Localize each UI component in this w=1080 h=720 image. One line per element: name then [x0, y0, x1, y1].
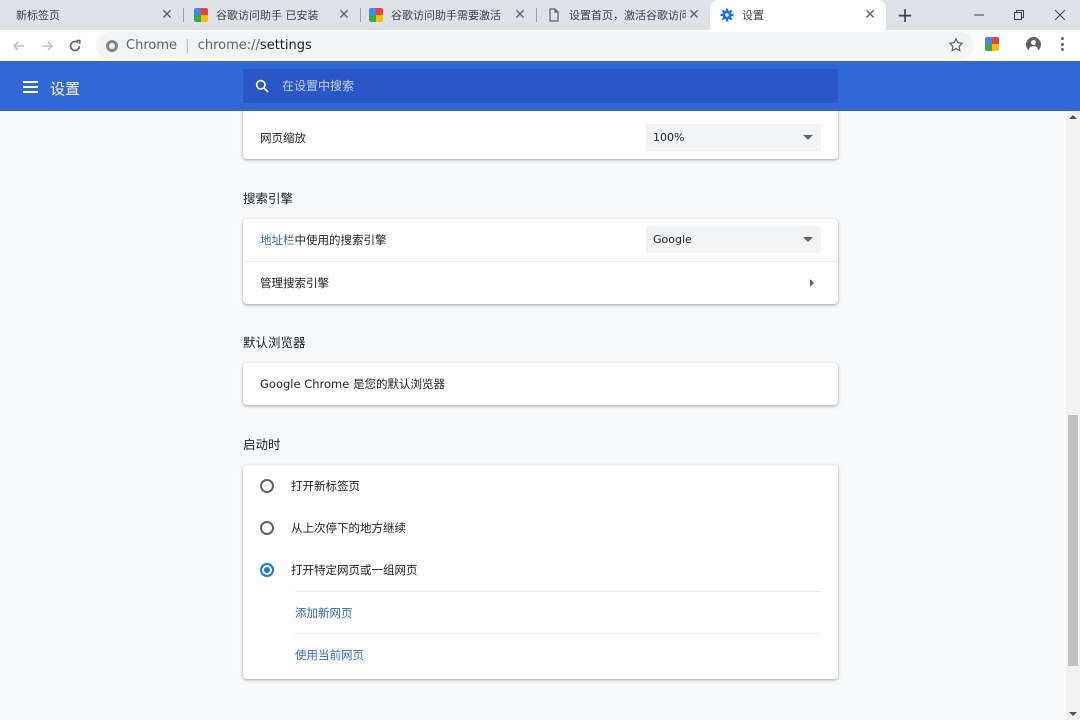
tab-title: 设置 — [742, 9, 764, 22]
radio-label: 打开特定网页或一组网页 — [291, 563, 418, 577]
search-engine-row: 地址栏中使用的搜索引擎 Google — [243, 219, 838, 261]
address-bar[interactable]: Chrome | chrome://settings — [96, 32, 974, 59]
radio-button-selected[interactable] — [260, 563, 274, 577]
default-browser-title: 默认浏览器 — [243, 335, 306, 350]
close-icon — [1054, 9, 1066, 21]
extension-multicolor-icon — [194, 8, 208, 22]
search-engine-value: Google — [653, 233, 692, 246]
tab-title: 谷歌访问助手需要激活 — [391, 9, 501, 22]
forward-button[interactable] — [37, 36, 57, 56]
close-icon[interactable]: ✕ — [512, 7, 528, 23]
chevron-right-icon — [810, 279, 814, 287]
default-browser-text: Google Chrome 是您的默认浏览器 — [260, 377, 445, 391]
tab-strip: 新标签页 ✕ 谷歌访问助手 已安装 ✕ 谷歌访问助手需要激活 ✕ 设置首页，激活… — [0, 0, 1080, 30]
url-prefix: chrome:// — [197, 38, 260, 53]
use-current-pages-link[interactable]: 使用当前网页 — [295, 647, 364, 663]
settings-content: 网页缩放 100% 搜索引擎 地址栏中使用的搜索引擎 Google 管理搜索引擎… — [0, 111, 1066, 720]
chevron-down-icon — [803, 135, 813, 140]
search-engine-label: 地址栏中使用的搜索引擎 — [260, 232, 387, 248]
appearance-card: 网页缩放 100% — [243, 111, 838, 159]
star-icon[interactable] — [948, 37, 964, 53]
tab-settings[interactable]: 设置 ✕ — [710, 0, 886, 30]
reload-icon — [69, 39, 81, 52]
new-tab-button[interactable]: + — [894, 3, 916, 27]
tab-extension-installed[interactable]: 谷歌访问助手 已安装 ✕ — [184, 0, 360, 30]
radio-button[interactable] — [260, 479, 274, 493]
restore-icon — [1014, 10, 1024, 20]
address-separator: | — [185, 37, 190, 54]
browser-toolbar: Chrome | chrome://settings — [0, 30, 1080, 61]
extension-multicolor-icon — [369, 8, 383, 22]
scroll-down-arrow-icon[interactable] — [1069, 712, 1077, 716]
url-path: settings — [259, 38, 312, 53]
add-new-page-link[interactable]: 添加新网页 — [295, 605, 353, 621]
address-bar-link[interactable]: 地址栏 — [260, 233, 295, 247]
startup-title: 启动时 — [243, 437, 281, 452]
menu-icon[interactable] — [1054, 36, 1070, 52]
tab-settings-home[interactable]: 设置首页，激活谷歌访问 ✕ — [537, 0, 710, 30]
close-icon[interactable]: ✕ — [686, 7, 702, 23]
page-title: 设置 — [50, 80, 81, 98]
radio-label: 打开新标签页 — [291, 479, 360, 493]
zoom-value: 100% — [653, 131, 685, 144]
profile-icon[interactable] — [1026, 37, 1041, 52]
add-new-page-row: 添加新网页 — [295, 591, 821, 633]
tab-title: 新标签页 — [16, 9, 60, 22]
zoom-label: 网页缩放 — [260, 131, 306, 145]
close-icon[interactable]: ✕ — [159, 7, 175, 23]
search-input[interactable] — [282, 79, 802, 93]
minimize-button[interactable] — [958, 0, 1000, 30]
page-scrollbar[interactable] — [1066, 111, 1080, 720]
scrollbar-thumb[interactable] — [1068, 415, 1078, 666]
manage-search-engines-row[interactable]: 管理搜索引擎 — [243, 261, 838, 303]
tab-title: 设置首页，激活谷歌访问 — [569, 9, 686, 22]
manage-search-engines-label: 管理搜索引擎 — [260, 275, 329, 290]
search-engine-text: 中使用的搜索引擎 — [294, 233, 387, 247]
close-icon[interactable]: ✕ — [862, 7, 878, 23]
close-window-button[interactable] — [1039, 0, 1080, 30]
startup-option-continue[interactable]: 从上次停下的地方继续 — [243, 507, 838, 549]
startup-option-specific-pages[interactable]: 打开特定网页或一组网页 — [243, 549, 838, 591]
gear-icon — [720, 8, 734, 22]
radio-label: 从上次停下的地方继续 — [291, 521, 406, 535]
use-current-pages-row: 使用当前网页 — [295, 633, 821, 675]
startup-card: 打开新标签页 从上次停下的地方继续 打开特定网页或一组网页 添加新网页 使用当前… — [243, 465, 838, 679]
document-icon — [547, 8, 561, 22]
search-engine-card: 地址栏中使用的搜索引擎 Google 管理搜索引擎 — [243, 219, 838, 304]
address-scheme-label: Chrome — [126, 38, 177, 53]
address-url[interactable]: chrome://settings — [198, 38, 312, 53]
default-browser-row: Google Chrome 是您的默认浏览器 — [243, 363, 838, 405]
arrow-right-icon — [42, 41, 54, 51]
restore-button[interactable] — [998, 0, 1040, 30]
reload-button[interactable] — [65, 36, 85, 56]
startup-option-new-tab[interactable]: 打开新标签页 — [243, 465, 838, 507]
back-button[interactable] — [9, 36, 29, 56]
scroll-up-arrow-icon[interactable] — [1069, 115, 1077, 119]
tab-new-tab-page[interactable]: 新标签页 ✕ — [0, 0, 183, 30]
arrow-left-icon — [12, 41, 24, 51]
tab-extension-activate[interactable]: 谷歌访问助手需要激活 ✕ — [361, 0, 536, 30]
settings-header: 设置 — [0, 61, 1080, 111]
search-engine-title: 搜索引擎 — [243, 191, 294, 206]
zoom-select[interactable]: 100% — [646, 124, 821, 151]
zoom-row: 网页缩放 100% — [243, 111, 838, 159]
chrome-icon — [106, 39, 118, 52]
chevron-down-icon — [803, 237, 813, 242]
tab-title: 谷歌访问助手 已安装 — [216, 9, 319, 22]
search-icon — [255, 79, 269, 93]
minimize-icon — [974, 14, 984, 16]
search-engine-select[interactable]: Google — [646, 226, 821, 253]
radio-button[interactable] — [260, 521, 274, 535]
close-icon[interactable]: ✕ — [336, 7, 352, 23]
settings-search[interactable] — [243, 69, 838, 103]
hamburger-icon[interactable] — [23, 81, 38, 93]
default-browser-card: Google Chrome 是您的默认浏览器 — [243, 363, 838, 405]
extension-multicolor-icon[interactable] — [985, 37, 999, 51]
